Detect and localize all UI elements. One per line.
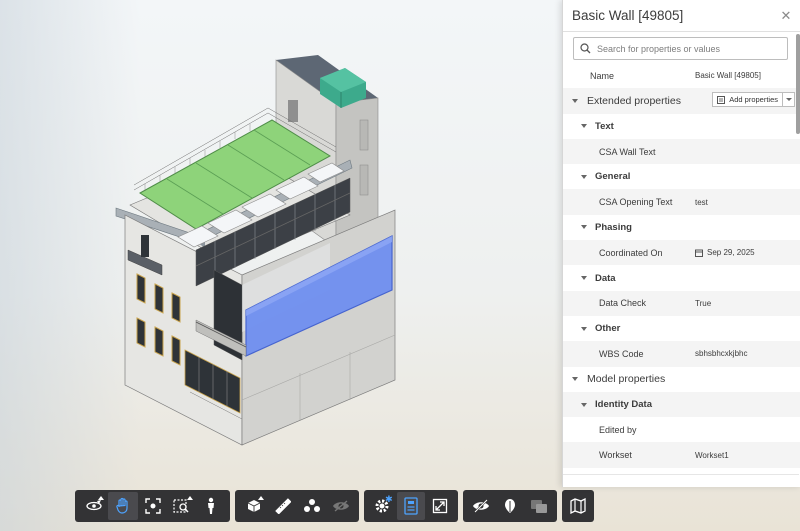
group-other-label: Other xyxy=(595,323,621,335)
wbs-code-row: WBS Code sbhsbhcxkjbhc xyxy=(563,341,800,367)
chevron-down-icon xyxy=(581,276,587,281)
add-properties-dropdown[interactable] xyxy=(782,92,795,108)
pan-icon[interactable] xyxy=(108,492,138,520)
group-data-label: Data xyxy=(595,272,616,284)
workset-row: Workset Workset1 xyxy=(563,442,800,468)
model-properties-label: Model properties xyxy=(587,373,666,386)
group-identity-label: Identity Data xyxy=(595,399,653,410)
data-check-value: True xyxy=(695,298,712,308)
tower-door xyxy=(288,100,298,122)
visibility-icon[interactable] xyxy=(467,492,496,520)
visibility-toolbar xyxy=(463,490,557,522)
search-box xyxy=(573,37,788,60)
model-browser-icon[interactable] xyxy=(496,492,525,520)
panel-footer xyxy=(563,474,799,487)
csa-wall-text-label: CSA Wall Text xyxy=(599,146,656,157)
wbs-code-value: sbhsbhcxkjbhc xyxy=(695,349,748,359)
group-general[interactable]: General xyxy=(563,164,800,189)
hide-icon[interactable] xyxy=(326,492,355,520)
first-person-icon[interactable] xyxy=(197,492,226,520)
group-phasing[interactable]: Phasing xyxy=(563,215,800,240)
measure-icon[interactable] xyxy=(268,492,297,520)
orbit-icon[interactable] xyxy=(79,492,108,520)
zoom-window-icon[interactable] xyxy=(167,492,196,520)
calendar-icon xyxy=(695,249,703,257)
close-icon[interactable]: ✕ xyxy=(779,8,793,23)
data-check-label: Data Check xyxy=(599,298,647,309)
chevron-down-icon xyxy=(581,174,587,179)
chevron-down-icon xyxy=(572,98,578,103)
sheets-icon[interactable] xyxy=(563,492,593,520)
settings-star-icon: ✱ xyxy=(385,494,393,504)
csa-opening-text-value: test xyxy=(695,197,708,207)
data-check-row: Data Check True xyxy=(563,290,800,316)
group-general-label: General xyxy=(595,171,631,183)
panel-scrollbar[interactable] xyxy=(796,34,800,134)
fullscreen-icon[interactable] xyxy=(425,492,454,520)
model-properties-header[interactable]: Model properties xyxy=(563,367,800,392)
edited-by-row: Edited by xyxy=(563,417,800,442)
issues-icon[interactable] xyxy=(524,492,553,520)
group-phasing-label: Phasing xyxy=(595,221,632,233)
wbs-code-label: WBS Code xyxy=(599,348,644,359)
group-other[interactable]: Other xyxy=(563,316,800,341)
csa-wall-text-row: CSA Wall Text xyxy=(563,138,800,165)
clipboard-icon xyxy=(717,96,726,105)
settings-toolbar: ✱ xyxy=(364,490,458,522)
add-properties-label: Add properties xyxy=(729,95,778,105)
panel-title: Basic Wall [49805] xyxy=(572,8,684,23)
coordinated-on-row: Coordinated On Sep 29, 2025 xyxy=(563,240,800,266)
chevron-down-icon xyxy=(581,326,587,331)
csa-opening-text-label: CSA Opening Text xyxy=(599,197,673,208)
group-text[interactable]: Text xyxy=(563,114,800,139)
add-properties-button[interactable]: Add properties xyxy=(712,92,782,108)
search-icon xyxy=(580,43,591,54)
csa-opening-text-row: CSA Opening Text test xyxy=(563,189,800,215)
chevron-down-icon xyxy=(581,225,587,230)
panel-header: Basic Wall [49805] ✕ xyxy=(563,0,800,32)
group-data[interactable]: Data xyxy=(563,265,800,290)
extended-properties-header[interactable]: Extended properties Add properties xyxy=(563,88,800,114)
chevron-down-icon xyxy=(581,402,587,407)
name-value: Basic Wall [49805] xyxy=(695,71,761,81)
settings-icon[interactable]: ✱ xyxy=(368,492,397,520)
group-text-label: Text xyxy=(595,120,614,132)
name-label: Name xyxy=(590,70,615,81)
navigation-toolbar xyxy=(75,490,230,522)
extended-properties-label: Extended properties xyxy=(587,94,681,107)
properties-list: Name Basic Wall [49805] Extended propert… xyxy=(563,63,800,468)
name-row: Name Basic Wall [49805] xyxy=(563,63,800,88)
fit-view-icon[interactable] xyxy=(138,492,167,520)
edited-by-label: Edited by xyxy=(599,424,637,435)
coordinated-on-value: Sep 29, 2025 xyxy=(707,248,755,258)
coordinated-on-label: Coordinated On xyxy=(599,247,663,258)
section-box-icon[interactable] xyxy=(239,492,268,520)
properties-icon[interactable] xyxy=(396,492,426,520)
chevron-down-icon xyxy=(785,98,792,102)
chevron-down-icon xyxy=(572,377,578,382)
chevron-down-icon xyxy=(581,124,587,129)
sheets-toolbar xyxy=(562,490,594,522)
explode-icon[interactable] xyxy=(297,492,326,520)
model-toolbar xyxy=(235,490,359,522)
search-input[interactable] xyxy=(597,39,781,58)
properties-panel: Basic Wall [49805] ✕ Name Basic Wall [49… xyxy=(562,0,800,487)
workset-value: Workset1 xyxy=(695,450,729,460)
add-properties-control: Add properties xyxy=(712,92,795,108)
workset-label: Workset xyxy=(599,450,632,461)
group-identity-data[interactable]: Identity Data xyxy=(563,391,800,418)
